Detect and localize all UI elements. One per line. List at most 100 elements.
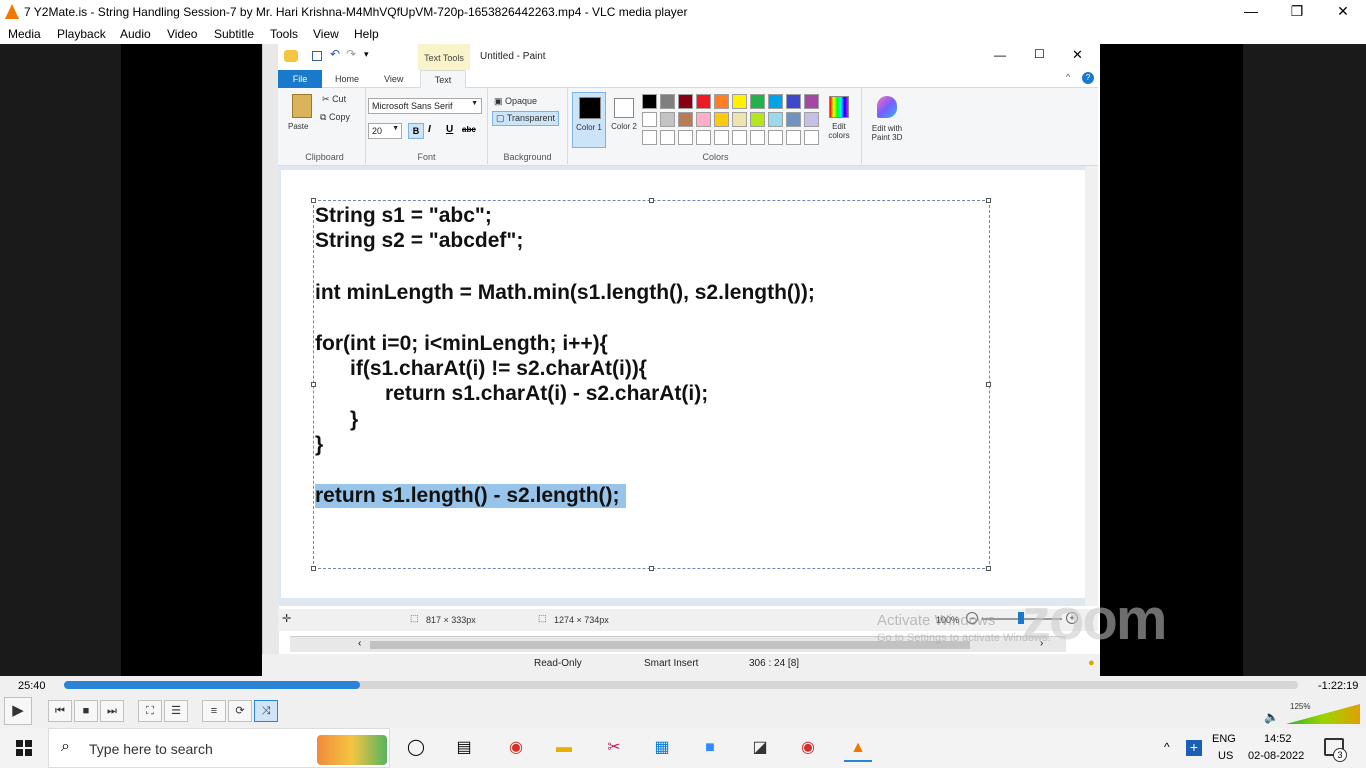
color1-button[interactable]: Color 1 bbox=[572, 92, 606, 148]
sticky-notes-icon[interactable]: ◪ bbox=[746, 734, 774, 762]
cut-button[interactable]: ✂ Cut bbox=[322, 94, 346, 105]
menu-playback[interactable]: Playback bbox=[57, 27, 106, 41]
close-button[interactable]: ✕ bbox=[1320, 0, 1366, 24]
menu-subtitle[interactable]: Subtitle bbox=[214, 27, 254, 41]
collapse-ribbon-icon[interactable]: ^ bbox=[1066, 72, 1070, 82]
zoom-app-icon[interactable]: ■ bbox=[696, 734, 724, 762]
vertical-scrollbar[interactable] bbox=[1085, 166, 1098, 606]
file-explorer-icon[interactable]: ▬ bbox=[550, 734, 578, 762]
menu-audio[interactable]: Audio bbox=[120, 27, 151, 41]
menu-tools[interactable]: Tools bbox=[270, 27, 298, 41]
opaque-button[interactable]: ▣ Opaque bbox=[494, 96, 537, 107]
palette-swatch[interactable] bbox=[678, 94, 693, 109]
scroll-left-icon[interactable]: ‹ bbox=[358, 638, 361, 649]
undo-icon[interactable]: ↶ bbox=[330, 47, 340, 61]
region-indicator[interactable]: US bbox=[1218, 750, 1233, 762]
next-button[interactable]: ⏭ bbox=[100, 700, 124, 722]
palette-swatch[interactable] bbox=[714, 112, 729, 127]
palette-swatch[interactable] bbox=[642, 94, 657, 109]
font-family-select[interactable]: Microsoft Sans Serif ▼ bbox=[368, 98, 482, 114]
taskbar-search-box[interactable]: ⌕ Type here to search bbox=[48, 728, 390, 768]
menu-help[interactable]: Help bbox=[354, 27, 379, 41]
palette-swatch[interactable] bbox=[786, 112, 801, 127]
resize-handle[interactable] bbox=[649, 198, 654, 203]
edit-with-paint3d-button[interactable]: Edit with Paint 3D bbox=[864, 92, 910, 152]
show-hidden-icons-icon[interactable]: ^ bbox=[1164, 740, 1170, 754]
task-view-icon[interactable]: ◯ bbox=[402, 734, 430, 762]
volume-slider[interactable]: 125% bbox=[1286, 702, 1360, 724]
palette-swatch[interactable] bbox=[768, 112, 783, 127]
store-icon[interactable]: ▦ bbox=[648, 734, 676, 762]
menu-video[interactable]: Video bbox=[167, 27, 197, 41]
previous-button[interactable]: ⏮ bbox=[48, 700, 72, 722]
palette-swatch-empty[interactable] bbox=[786, 130, 801, 145]
palette-swatch[interactable] bbox=[642, 112, 657, 127]
palette-swatch-empty[interactable] bbox=[804, 130, 819, 145]
tab-view[interactable]: View bbox=[384, 74, 403, 84]
fullscreen-button[interactable]: ⛶ bbox=[138, 700, 162, 722]
resize-handle[interactable] bbox=[986, 382, 991, 387]
palette-swatch-empty[interactable] bbox=[750, 130, 765, 145]
clock-time[interactable]: 14:52 bbox=[1264, 733, 1292, 745]
color2-button[interactable]: Color 2 bbox=[610, 92, 640, 148]
palette-swatch[interactable] bbox=[768, 94, 783, 109]
clock-date[interactable]: 02-08-2022 bbox=[1248, 750, 1304, 762]
save-icon[interactable] bbox=[312, 51, 322, 61]
palette-swatch-empty[interactable] bbox=[732, 130, 747, 145]
shuffle-button[interactable]: ⤨ bbox=[254, 700, 278, 722]
speaker-icon[interactable]: 🔈 bbox=[1264, 710, 1279, 724]
paint-minimize-button[interactable]: — bbox=[994, 48, 1006, 62]
edit-colors-button[interactable]: Edit colors bbox=[822, 92, 856, 148]
help-icon[interactable]: ? bbox=[1082, 72, 1094, 84]
palette-swatch-empty[interactable] bbox=[642, 130, 657, 145]
palette-swatch[interactable] bbox=[786, 94, 801, 109]
chrome-icon[interactable]: ◉ bbox=[502, 734, 530, 762]
paint-close-button[interactable]: ✕ bbox=[1072, 47, 1083, 63]
italic-button[interactable]: I bbox=[428, 124, 431, 135]
resize-handle[interactable] bbox=[986, 198, 991, 203]
extended-settings-button[interactable]: ☰ bbox=[164, 700, 188, 722]
palette-swatch[interactable] bbox=[750, 94, 765, 109]
copy-button[interactable]: ⧉ Copy bbox=[320, 112, 350, 123]
widgets-icon[interactable]: ▤ bbox=[450, 734, 478, 762]
font-size-select[interactable]: 20 ▼ bbox=[368, 123, 402, 139]
redo-icon[interactable]: ↷ bbox=[346, 47, 356, 61]
vlc-taskbar-icon[interactable]: ▲ bbox=[844, 734, 872, 762]
bold-button[interactable]: B bbox=[408, 123, 424, 139]
paint-maximize-button[interactable]: ☐ bbox=[1034, 47, 1045, 61]
palette-swatch[interactable] bbox=[696, 112, 711, 127]
palette-swatch-empty[interactable] bbox=[714, 130, 729, 145]
palette-swatch-empty[interactable] bbox=[660, 130, 675, 145]
palette-swatch[interactable] bbox=[804, 94, 819, 109]
palette-swatch[interactable] bbox=[696, 94, 711, 109]
palette-swatch[interactable] bbox=[714, 94, 729, 109]
palette-swatch[interactable] bbox=[660, 94, 675, 109]
palette-swatch-empty[interactable] bbox=[696, 130, 711, 145]
network-icon[interactable]: + bbox=[1186, 740, 1202, 756]
palette-swatch[interactable] bbox=[750, 112, 765, 127]
tab-text[interactable]: Text bbox=[420, 70, 466, 89]
tab-home[interactable]: Home bbox=[335, 74, 359, 84]
palette-swatch[interactable] bbox=[732, 94, 747, 109]
snipping-tool-icon[interactable]: ✂ bbox=[600, 734, 628, 762]
play-button[interactable]: ▶ bbox=[4, 697, 32, 725]
palette-swatch[interactable] bbox=[678, 112, 693, 127]
underline-button[interactable]: U bbox=[446, 124, 453, 135]
quick-access-dropdown-icon[interactable]: ▾ bbox=[364, 49, 369, 60]
playlist-button[interactable]: ≡ bbox=[202, 700, 226, 722]
palette-swatch[interactable] bbox=[660, 112, 675, 127]
windows-start-icon[interactable] bbox=[16, 740, 32, 756]
menu-view[interactable]: View bbox=[313, 27, 339, 41]
restore-button[interactable]: ❐ bbox=[1274, 0, 1320, 24]
loop-button[interactable]: ⟳ bbox=[228, 700, 252, 722]
stop-button[interactable]: ■ bbox=[74, 700, 98, 722]
menu-media[interactable]: Media bbox=[8, 27, 41, 41]
strikethrough-button[interactable]: abc bbox=[462, 125, 476, 134]
minimize-button[interactable]: — bbox=[1228, 0, 1274, 24]
transparent-button[interactable]: ▢ Transparent bbox=[492, 111, 560, 126]
resize-handle[interactable] bbox=[649, 566, 654, 571]
language-indicator[interactable]: ENG bbox=[1212, 733, 1236, 745]
resize-handle[interactable] bbox=[311, 198, 316, 203]
palette-swatch-empty[interactable] bbox=[678, 130, 693, 145]
seek-bar[interactable] bbox=[64, 681, 1298, 689]
